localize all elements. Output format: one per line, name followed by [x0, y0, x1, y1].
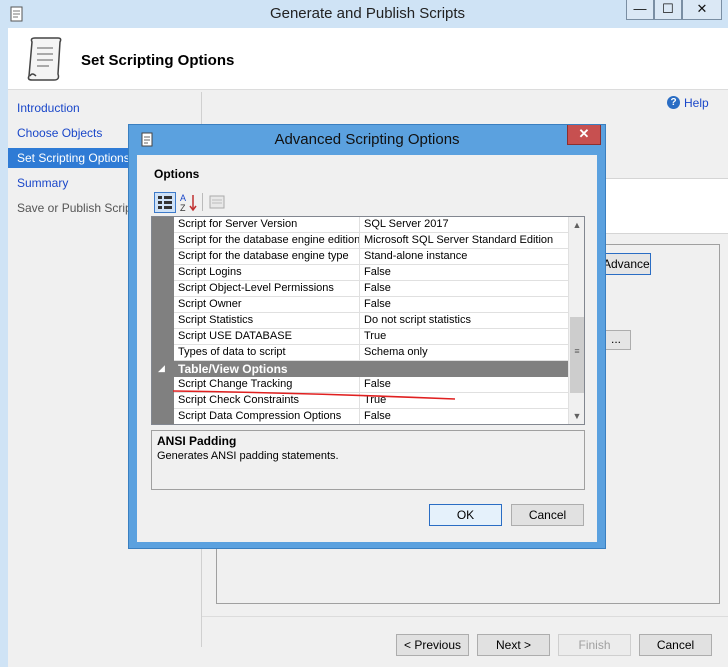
options-label: Options: [154, 167, 200, 181]
grid-row-value[interactable]: False: [360, 281, 568, 297]
scroll-grip-icon: ≡: [574, 346, 580, 356]
alphabetical-view-button[interactable]: A Z: [178, 192, 200, 213]
grid-row[interactable]: Script for the database engine type Stand…: [152, 249, 568, 265]
dialog-close-button[interactable]: ✕: [567, 125, 601, 145]
grid-row-value[interactable]: SQL Server 2017: [360, 217, 568, 233]
toolbar-separator: [202, 193, 203, 211]
grid-row-name: Script for the database engine edition: [174, 233, 360, 249]
advanced-scripting-options-dialog: Advanced Scripting Options ✕ Options A Z: [128, 124, 606, 549]
svg-text:Z: Z: [180, 203, 186, 213]
description-title: ANSI Padding: [157, 434, 237, 448]
background-panel: [595, 178, 728, 234]
property-pages-icon: [209, 195, 225, 209]
grid-row-name: Script Object-Level Permissions: [174, 281, 360, 297]
grid-row-value[interactable]: Do not script statistics: [360, 313, 568, 329]
minimize-button[interactable]: —: [626, 0, 654, 20]
wizard-header: Set Scripting Options: [8, 28, 728, 90]
categorized-icon: [158, 196, 172, 209]
grid-row-value[interactable]: False: [360, 297, 568, 313]
grid-row[interactable]: Types of data to script Schema only: [152, 345, 568, 361]
grid-row[interactable]: Script Object-Level Permissions False: [152, 281, 568, 297]
categorized-view-button[interactable]: [154, 192, 176, 213]
scroll-up-arrow-icon[interactable]: ▲: [569, 217, 584, 233]
scroll-thumb[interactable]: ≡: [570, 317, 584, 393]
grid-row-name: Script for Server Version: [174, 217, 360, 233]
grid-row-name: Script USE DATABASE: [174, 329, 360, 345]
grid-row-value[interactable]: True: [360, 329, 568, 345]
nav-item-set-scripting-options[interactable]: Set Scripting Options: [8, 148, 130, 168]
dialog-title: Advanced Scripting Options: [274, 131, 460, 148]
nav-item-summary[interactable]: Summary: [8, 173, 128, 193]
close-button[interactable]: ✕: [682, 0, 722, 20]
grid-row[interactable]: Script Statistics Do not script statistic…: [152, 313, 568, 329]
grid-row[interactable]: Script USE DATABASE True: [152, 329, 568, 345]
svg-text:A: A: [180, 193, 186, 203]
nav-item-introduction[interactable]: Introduction: [8, 98, 128, 118]
grid-row[interactable]: Script for the database engine edition Mi…: [152, 233, 568, 249]
finish-button: Finish: [558, 634, 631, 656]
property-pages-button: [208, 193, 226, 211]
wizard-title: Generate and Publish Scripts: [269, 5, 466, 22]
grid-row[interactable]: Script Logins False: [152, 265, 568, 281]
grid-row-value[interactable]: Schema only: [360, 345, 568, 361]
property-description-box: ANSI Padding Generates ANSI padding stat…: [151, 430, 585, 490]
window-border: [0, 28, 8, 667]
grid-row[interactable]: Script for Server Version SQL Server 2017: [152, 217, 568, 233]
nav-item-choose-objects[interactable]: Choose Objects: [8, 123, 128, 143]
grid-category-label: Table/View Options: [178, 362, 288, 376]
dialog-cancel-button[interactable]: Cancel: [511, 504, 584, 526]
grid-row-name: Script Statistics: [174, 313, 360, 329]
scroll-down-arrow-icon[interactable]: ▼: [569, 408, 584, 424]
grid-scrollbar[interactable]: ▲ ≡ ▼: [568, 217, 584, 424]
grid-row-value[interactable]: Stand-alone instance: [360, 249, 568, 265]
grid-row-value[interactable]: Microsoft SQL Server Standard Edition: [360, 233, 568, 249]
wizard-nav: Introduction Choose Objects Set Scriptin…: [8, 92, 142, 652]
advanced-button[interactable]: Advanced: [600, 253, 651, 275]
help-link[interactable]: Help: [684, 96, 709, 110]
maximize-button[interactable]: ☐: [654, 0, 682, 20]
page-title: Set Scripting Options: [81, 52, 235, 69]
previous-button[interactable]: < Previous: [396, 634, 469, 656]
grid-row-name: Script Logins: [174, 265, 360, 281]
grid-row-value[interactable]: False: [360, 265, 568, 281]
grid-row-name: Types of data to script: [174, 345, 360, 361]
next-button[interactable]: Next >: [477, 634, 550, 656]
ok-button[interactable]: OK: [429, 504, 502, 526]
collapse-triangle-icon[interactable]: ◢: [158, 363, 165, 374]
grid-row-name: Script for the database engine type: [174, 249, 360, 265]
wizard-titlebar[interactable]: Generate and Publish Scripts — ☐ ✕: [0, 0, 728, 28]
grid-row[interactable]: Script Owner False: [152, 297, 568, 313]
nav-item-save-or-publish: Save or Publish Scripts: [17, 201, 142, 215]
description-text: Generates ANSI padding statements.: [157, 450, 339, 462]
cancel-button[interactable]: Cancel: [639, 634, 712, 656]
grid-row-name: Script Data Compression Options: [174, 409, 360, 424]
red-underline-annotation: [173, 390, 455, 400]
footer-divider: [202, 616, 728, 617]
script-scroll-icon: [27, 37, 62, 81]
grid-row-value[interactable]: False: [360, 409, 568, 424]
dialog-titlebar[interactable]: Advanced Scripting Options ✕: [129, 125, 605, 155]
grid-row[interactable]: Script Data Compression Options False: [152, 409, 568, 424]
dialog-client-area: Options A Z Script for Server Version SQ…: [137, 155, 597, 542]
sort-alphabetical-icon: A Z: [180, 193, 197, 213]
grid-category-table-view-options[interactable]: ◢ Table/View Options: [152, 361, 568, 377]
help-icon[interactable]: ?: [667, 96, 680, 109]
grid-row-name: Script Owner: [174, 297, 360, 313]
